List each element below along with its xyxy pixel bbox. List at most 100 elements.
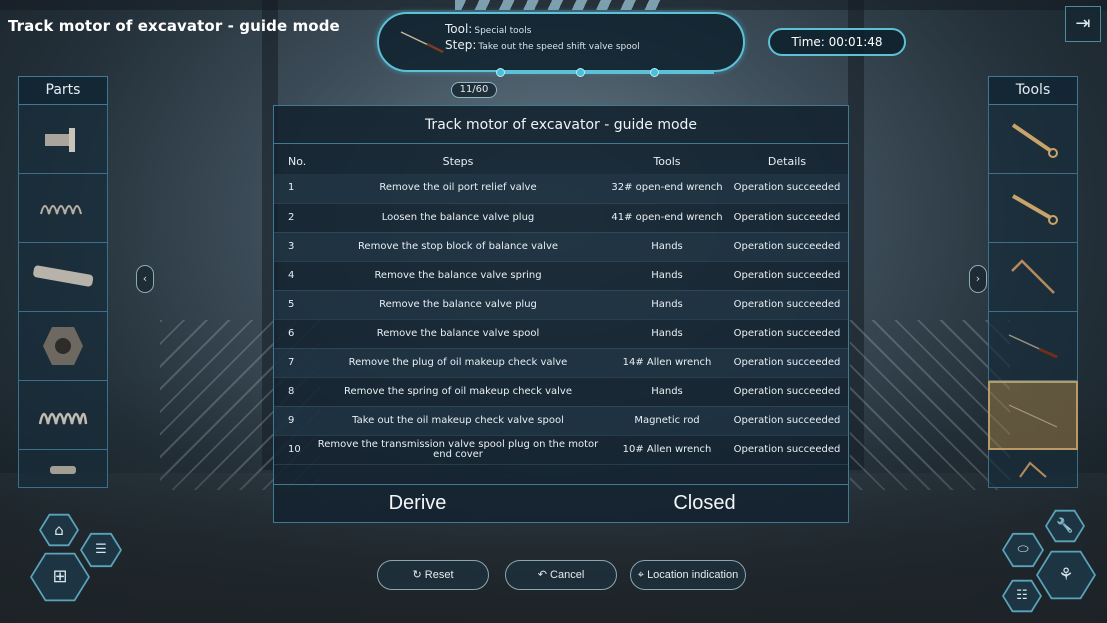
reset-icon: ↻ <box>412 569 422 581</box>
tool-slot[interactable] <box>988 174 1078 243</box>
current-step-panel: Tool: Special tools Step: Take out the spe… <box>377 12 745 72</box>
header-steps: Steps <box>442 154 474 168</box>
nut-part-icon <box>43 327 83 365</box>
exit-icon: ⇥ <box>1075 13 1091 34</box>
background-stairs <box>850 320 1010 490</box>
row-step: Remove the oil port relief valve <box>308 174 608 204</box>
part-slot[interactable] <box>18 381 108 450</box>
wrench-tool-icon <box>1011 194 1058 225</box>
wrench-icon: 🔧 <box>1056 518 1074 534</box>
row-tool: 32# open-end wrench <box>608 174 726 204</box>
tool-value: Special tools <box>474 26 532 36</box>
magnetic-rod-tool-icon <box>1008 334 1058 359</box>
header-no: No. <box>288 154 307 168</box>
row-step: Remove the balance valve spool <box>308 319 608 349</box>
table-row: 1 Remove the oil port relief valve 32# ope… <box>274 174 848 204</box>
spring-part-icon <box>40 205 82 215</box>
row-step: Remove the spring of oil makeup check va… <box>308 377 608 407</box>
closed-button[interactable]: Closed <box>561 485 848 522</box>
table-row: 2 Loosen the balance valve plug 41# open-e… <box>274 203 848 233</box>
part-slot[interactable] <box>18 174 108 243</box>
undo-icon: ↶ <box>537 569 547 581</box>
row-tool: 10# Allen wrench <box>608 435 726 465</box>
row-no: 3 <box>274 232 308 262</box>
step-value: Take out the speed shift valve spool <box>478 42 640 52</box>
row-no: 10 <box>274 435 308 465</box>
group-icon: ⚘ <box>1058 565 1074 585</box>
steps-table: No. Steps Tools Details 1 Remove the oil … <box>274 148 848 465</box>
row-no: 5 <box>274 290 308 320</box>
row-no: 8 <box>274 377 308 407</box>
row-no: 1 <box>274 174 308 204</box>
allen-wrench-tool-icon <box>1019 461 1047 478</box>
table-header-row: No. Steps Tools Details <box>274 148 848 174</box>
row-no: 4 <box>274 261 308 291</box>
part-slot[interactable] <box>18 450 108 488</box>
row-detail: Operation succeeded <box>726 406 848 436</box>
table-row: 6 Remove the balance valve spool Hands Oper… <box>274 319 848 349</box>
location-indication-button[interactable]: ⌖ Location indication <box>630 560 746 590</box>
derive-button[interactable]: Derive <box>274 485 561 522</box>
tool-slot[interactable] <box>988 243 1078 312</box>
reset-button[interactable]: ↻ Reset <box>377 560 489 590</box>
special-tool-icon <box>1008 403 1058 428</box>
table-row: 3 Remove the stop block of balance valve H… <box>274 232 848 262</box>
step-progress-dot <box>650 68 659 77</box>
tools-panel-title: Tools <box>988 76 1078 105</box>
part-slot[interactable] <box>18 105 108 174</box>
tool-slot[interactable] <box>988 312 1078 381</box>
shaft-part-icon <box>33 265 94 287</box>
tool-line: Tool: Special tools <box>445 22 531 36</box>
row-tool: Hands <box>608 290 726 320</box>
dialog-footer: Derive Closed <box>274 484 848 522</box>
row-detail: Operation succeeded <box>726 174 848 204</box>
row-detail: Operation succeeded <box>726 232 848 262</box>
table-row: 8 Remove the spring of oil makeup check v… <box>274 377 848 407</box>
row-detail: Operation succeeded <box>726 203 848 233</box>
step-progress-dot <box>576 68 585 77</box>
row-detail: Operation succeeded <box>726 290 848 320</box>
pin-part-icon <box>50 465 76 474</box>
special-tool-icon <box>400 31 444 54</box>
parts-panel: Parts <box>18 76 108 492</box>
table-row: 4 Remove the balance valve spring Hands Ope… <box>274 261 848 291</box>
step-record-dialog: Track motor of excavator - guide mode No… <box>273 105 849 523</box>
row-detail: Operation succeeded <box>726 261 848 291</box>
row-tool: 41# open-end wrench <box>608 203 726 233</box>
tool-slot-selected[interactable] <box>988 381 1078 450</box>
cancel-label: Cancel <box>550 569 585 581</box>
location-label: Location indication <box>647 569 739 581</box>
row-tool: Hands <box>608 232 726 262</box>
row-tool: Hands <box>608 319 726 349</box>
part-slot[interactable] <box>18 312 108 381</box>
row-detail: Operation succeeded <box>726 377 848 407</box>
exit-button[interactable]: ⇥ <box>1065 6 1101 42</box>
cancel-button[interactable]: ↶ Cancel <box>505 560 617 590</box>
tool-key-label: Tool: <box>445 22 473 36</box>
table-row: 7 Remove the plug of oil makeup check val… <box>274 348 848 378</box>
row-step: Remove the plug of oil makeup check valv… <box>308 348 608 378</box>
tools-collapse-arrow[interactable]: › <box>969 265 987 293</box>
table-row: 10 Remove the transmission valve spool pl… <box>274 435 848 465</box>
reset-label: Reset <box>424 569 454 581</box>
timer: Time: 00:01:48 <box>768 28 906 56</box>
row-step: Remove the balance valve spring <box>308 261 608 291</box>
app-title: Track motor of excavator - guide mode <box>8 17 340 35</box>
parts-collapse-arrow[interactable]: ‹ <box>136 265 154 293</box>
part-slot[interactable] <box>18 243 108 312</box>
row-tool: Hands <box>608 261 726 291</box>
top-decoration <box>455 0 667 10</box>
tool-slot[interactable] <box>988 105 1078 174</box>
tools-panel: Tools <box>988 76 1078 492</box>
dialog-title: Track motor of excavator - guide mode <box>274 106 848 144</box>
document-icon: ☰ <box>95 542 107 557</box>
allen-wrench-tool-icon <box>1011 259 1055 294</box>
bolt-part-icon <box>45 128 75 152</box>
parts-panel-title: Parts <box>18 76 108 105</box>
header-details: Details <box>767 154 807 168</box>
step-line: Step: Take out the speed shift valve spoo… <box>445 38 640 52</box>
step-progress-dot <box>496 68 505 77</box>
row-detail: Operation succeeded <box>726 348 848 378</box>
header-tools: Tools <box>653 154 681 168</box>
tool-slot[interactable] <box>988 450 1078 488</box>
